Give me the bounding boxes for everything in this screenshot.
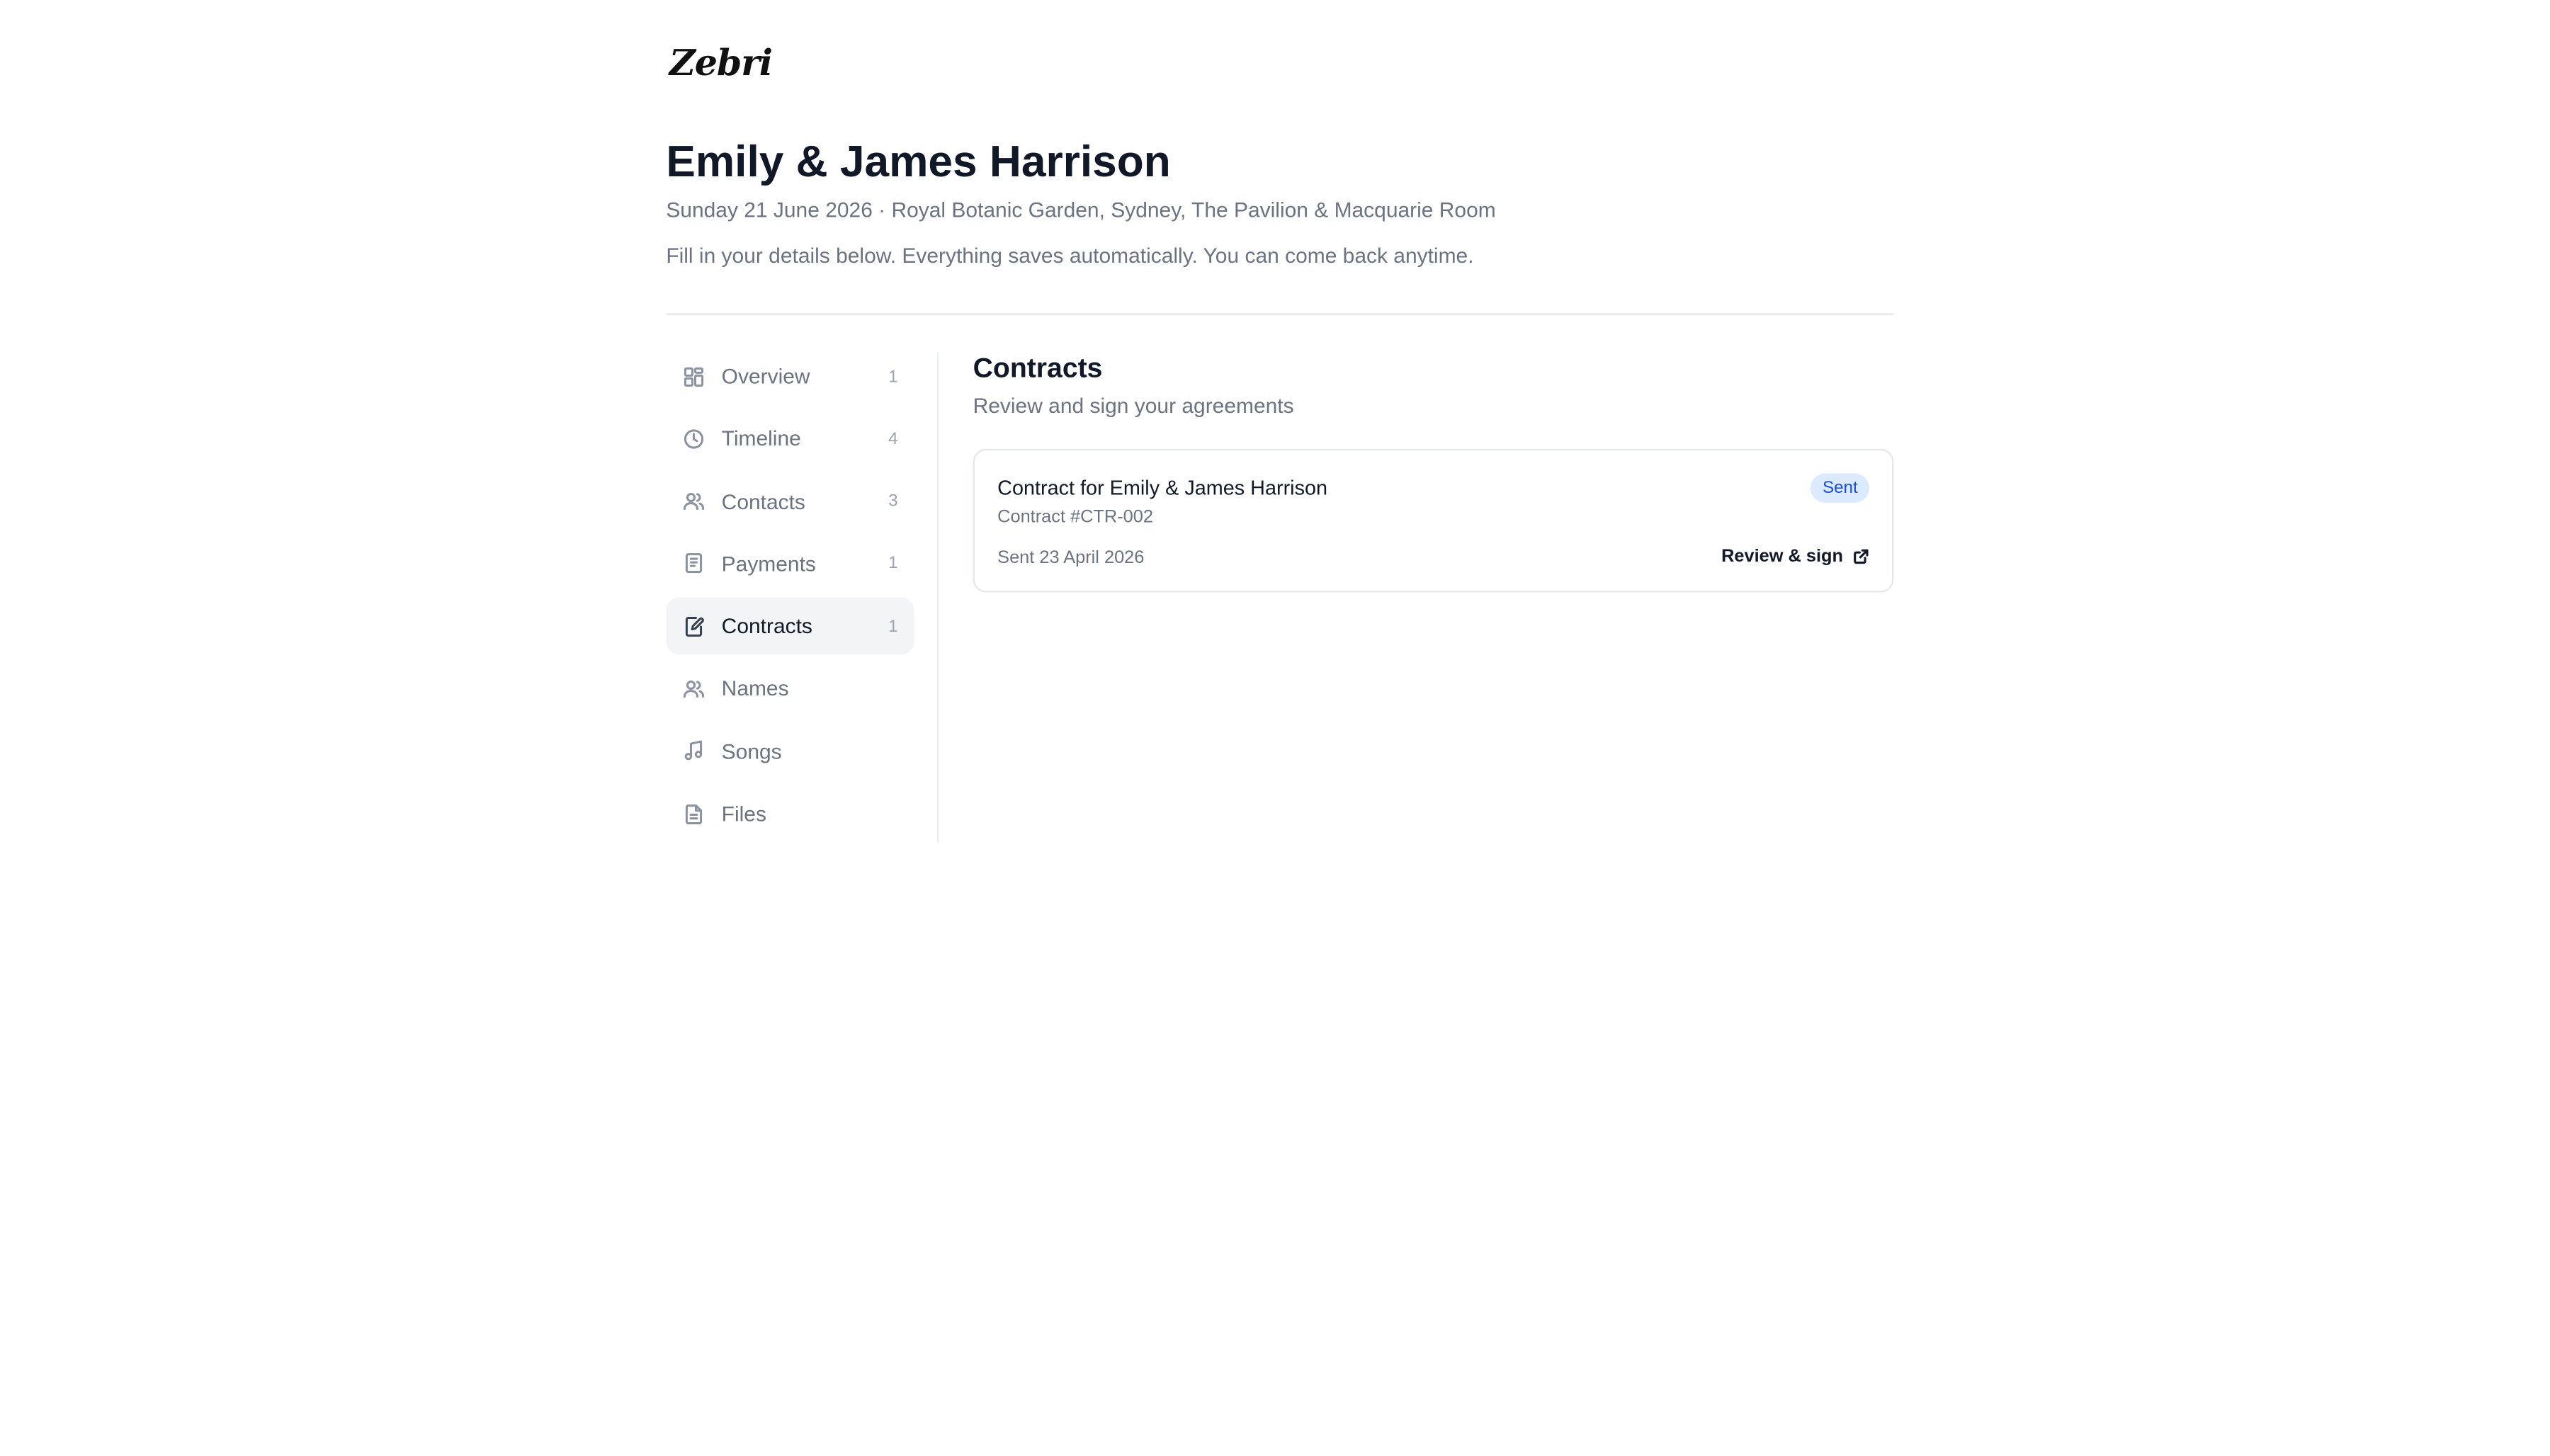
- sidebar-nav: Overview 1 Timeline 4 Contacts 3 Payment…: [666, 348, 914, 848]
- section-title: Contracts: [973, 352, 1103, 384]
- sidebar-item-label: Overview: [721, 363, 810, 389]
- music-icon: [682, 740, 705, 763]
- sidebar-item-label: Files: [721, 801, 766, 826]
- grid-icon: [682, 365, 705, 387]
- sidebar-item-payments[interactable]: Payments 1: [666, 535, 914, 593]
- brand-logo[interactable]: Zebri: [669, 42, 773, 85]
- sidebar-item-label: Names: [721, 676, 789, 701]
- sidebar-item-contacts[interactable]: Contacts 3: [666, 472, 914, 530]
- event-details: Sunday 21 June 2026 · Royal Botanic Gard…: [666, 197, 1496, 222]
- external-link-icon: [1854, 549, 1869, 564]
- intro-text: Fill in your details below. Everything s…: [666, 243, 1474, 268]
- contract-title: Contract for Emily & James Harrison: [997, 476, 1328, 500]
- sidebar-item-overview[interactable]: Overview 1: [666, 348, 914, 405]
- sidebar-item-count: 1: [888, 554, 898, 574]
- clock-icon: [682, 427, 705, 450]
- status-badge: Sent: [1810, 473, 1869, 503]
- page: Zebri Emily & James Harrison Sunday 21 J…: [0, 0, 2550, 1456]
- sidebar-item-files[interactable]: Files: [666, 785, 914, 843]
- sidebar-item-label: Timeline: [721, 426, 801, 451]
- review-sign-link[interactable]: Review & sign: [1721, 547, 1869, 567]
- sidebar-item-label: Contacts: [721, 489, 805, 514]
- sidebar-item-contracts[interactable]: Contracts 1: [666, 597, 914, 655]
- header-divider: [666, 313, 1894, 315]
- sidebar-item-count: 3: [888, 491, 898, 511]
- page-title: Emily & James Harrison: [666, 137, 1171, 186]
- sidebar-item-count: 1: [888, 616, 898, 637]
- file-signature-icon: [682, 615, 705, 637]
- contracts-section: Contracts Review and sign your agreement…: [973, 352, 1894, 593]
- sidebar-item-timeline[interactable]: Timeline 4: [666, 410, 914, 467]
- sidebar-item-label: Contracts: [721, 613, 812, 639]
- sidebar-item-count: 4: [888, 428, 898, 449]
- receipt-icon: [682, 552, 705, 575]
- sidebar-item-label: Payments: [721, 551, 816, 576]
- section-subtitle: Review and sign your agreements: [973, 393, 1294, 419]
- sidebar-item-label: Songs: [721, 739, 782, 764]
- contract-number: Contract #CTR-002: [997, 507, 1153, 528]
- file-text-icon: [682, 802, 705, 825]
- sidebar-item-names[interactable]: Names: [666, 660, 914, 717]
- sidebar-item-songs[interactable]: Songs: [666, 722, 914, 780]
- sidebar-item-count: 1: [888, 366, 898, 387]
- users-icon: [682, 490, 705, 513]
- contract-card: Contract for Emily & James Harrison Cont…: [973, 448, 1894, 593]
- review-sign-label: Review & sign: [1721, 547, 1844, 567]
- sidebar-divider: [936, 352, 939, 843]
- users-icon: [682, 677, 705, 700]
- contract-sent-date: Sent 23 April 2026: [997, 548, 1145, 569]
